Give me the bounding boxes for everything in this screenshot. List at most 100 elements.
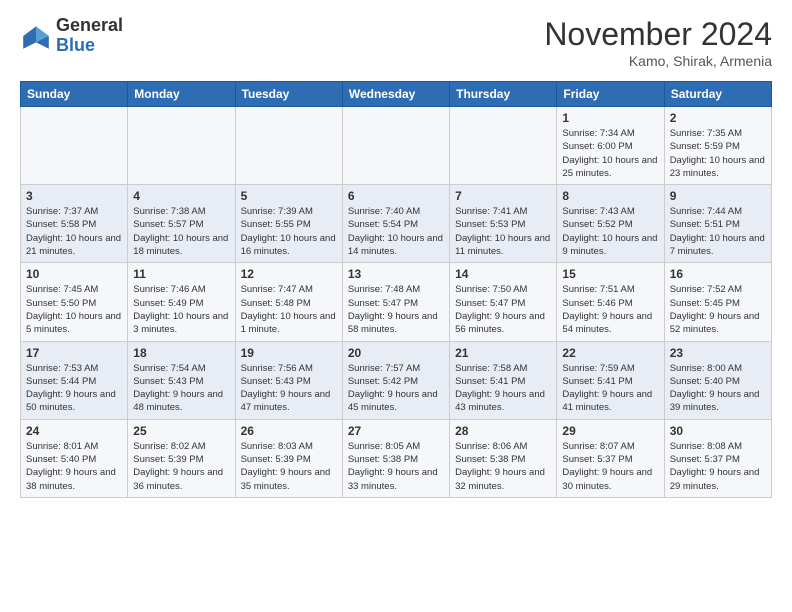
month-title: November 2024	[544, 16, 772, 53]
day-info: Sunrise: 7:48 AM Sunset: 5:47 PM Dayligh…	[348, 283, 444, 336]
logo-icon	[20, 20, 52, 52]
calendar-cell: 20Sunrise: 7:57 AM Sunset: 5:42 PM Dayli…	[342, 341, 449, 419]
logo-blue-text: Blue	[56, 35, 95, 55]
calendar-cell	[450, 107, 557, 185]
week-row-3: 10 Sunrise: 7:45 AM Sunset: 5:50 PM Dayli…	[21, 263, 772, 341]
header-row: SundayMondayTuesdayWednesdayThursdayFrid…	[21, 82, 772, 107]
day-info: Sunrise: 8:02 AM Sunset: 5:39 PM Dayligh…	[133, 440, 229, 493]
calendar-cell: 22 Sunrise: 7:59 AM Sunset: 5:41 PM Dayli…	[557, 341, 664, 419]
calendar-cell: 18Sunrise: 7:54 AM Sunset: 5:43 PM Dayli…	[128, 341, 235, 419]
day-info: Sunrise: 7:51 AM Sunset: 5:46 PM Dayligh…	[562, 283, 658, 336]
title-block: November 2024 Kamo, Shirak, Armenia	[544, 16, 772, 69]
day-info: Sunrise: 7:41 AM Sunset: 5:53 PM Dayligh…	[455, 205, 551, 258]
day-number: 16	[670, 267, 766, 281]
logo-text: General Blue	[56, 16, 123, 56]
day-info: Sunrise: 8:01 AM Sunset: 5:40 PM Dayligh…	[26, 440, 122, 493]
day-header-wednesday: Wednesday	[342, 82, 449, 107]
day-number: 26	[241, 424, 337, 438]
day-number: 25	[133, 424, 229, 438]
calendar-cell: 13 Sunrise: 7:48 AM Sunset: 5:47 PM Dayli…	[342, 263, 449, 341]
week-row-5: 24 Sunrise: 8:01 AM Sunset: 5:40 PM Dayli…	[21, 419, 772, 497]
calendar-cell: 21Sunrise: 7:58 AM Sunset: 5:41 PM Dayli…	[450, 341, 557, 419]
day-info: Sunrise: 7:45 AM Sunset: 5:50 PM Dayligh…	[26, 283, 122, 336]
day-info: Sunrise: 7:53 AM Sunset: 5:44 PM Dayligh…	[26, 362, 122, 415]
calendar-cell: 26 Sunrise: 8:03 AM Sunset: 5:39 PM Dayli…	[235, 419, 342, 497]
day-header-friday: Friday	[557, 82, 664, 107]
day-number: 24	[26, 424, 122, 438]
day-number: 14	[455, 267, 551, 281]
day-info: Sunrise: 8:03 AM Sunset: 5:39 PM Dayligh…	[241, 440, 337, 493]
day-number: 7	[455, 189, 551, 203]
calendar-cell: 27 Sunrise: 8:05 AM Sunset: 5:38 PM Dayli…	[342, 419, 449, 497]
day-header-thursday: Thursday	[450, 82, 557, 107]
day-number: 17	[26, 346, 122, 360]
calendar-cell: 12 Sunrise: 7:47 AM Sunset: 5:48 PM Dayli…	[235, 263, 342, 341]
day-number: 3	[26, 189, 122, 203]
day-info: Sunrise: 7:40 AM Sunset: 5:54 PM Dayligh…	[348, 205, 444, 258]
calendar-cell	[128, 107, 235, 185]
calendar-cell: 25 Sunrise: 8:02 AM Sunset: 5:39 PM Dayli…	[128, 419, 235, 497]
calendar-cell	[21, 107, 128, 185]
day-number: 13	[348, 267, 444, 281]
day-info: Sunrise: 7:43 AM Sunset: 5:52 PM Dayligh…	[562, 205, 658, 258]
day-info: Sunrise: 7:39 AM Sunset: 5:55 PM Dayligh…	[241, 205, 337, 258]
day-number: 1	[562, 111, 658, 125]
page: General Blue November 2024 Kamo, Shirak,…	[0, 0, 792, 508]
calendar-cell: 7 Sunrise: 7:41 AM Sunset: 5:53 PM Daylig…	[450, 185, 557, 263]
calendar-cell	[235, 107, 342, 185]
calendar-cell: 9 Sunrise: 7:44 AM Sunset: 5:51 PM Daylig…	[664, 185, 771, 263]
day-number: 10	[26, 267, 122, 281]
week-row-1: 1 Sunrise: 7:34 AM Sunset: 6:00 PM Daylig…	[21, 107, 772, 185]
day-info: Sunrise: 8:05 AM Sunset: 5:38 PM Dayligh…	[348, 440, 444, 493]
calendar-cell: 23Sunrise: 8:00 AM Sunset: 5:40 PM Dayli…	[664, 341, 771, 419]
day-info: Sunrise: 7:47 AM Sunset: 5:48 PM Dayligh…	[241, 283, 337, 336]
calendar-cell: 11 Sunrise: 7:46 AM Sunset: 5:49 PM Dayli…	[128, 263, 235, 341]
day-header-tuesday: Tuesday	[235, 82, 342, 107]
day-number: 6	[348, 189, 444, 203]
day-info: Sunrise: 8:08 AM Sunset: 5:37 PM Dayligh…	[670, 440, 766, 493]
day-info: Sunrise: 8:07 AM Sunset: 5:37 PM Dayligh…	[562, 440, 658, 493]
day-number: 9	[670, 189, 766, 203]
calendar-cell: 6 Sunrise: 7:40 AM Sunset: 5:54 PM Daylig…	[342, 185, 449, 263]
location: Kamo, Shirak, Armenia	[544, 53, 772, 69]
calendar-cell: 10 Sunrise: 7:45 AM Sunset: 5:50 PM Dayli…	[21, 263, 128, 341]
calendar-cell: 19Sunrise: 7:56 AM Sunset: 5:43 PM Dayli…	[235, 341, 342, 419]
week-row-4: 17 Sunrise: 7:53 AM Sunset: 5:44 PM Dayli…	[21, 341, 772, 419]
calendar-cell: 30 Sunrise: 8:08 AM Sunset: 5:37 PM Dayli…	[664, 419, 771, 497]
logo: General Blue	[20, 16, 123, 56]
calendar-cell: 3 Sunrise: 7:37 AM Sunset: 5:58 PM Daylig…	[21, 185, 128, 263]
day-number: 4	[133, 189, 229, 203]
day-number: 28	[455, 424, 551, 438]
day-number: 12	[241, 267, 337, 281]
calendar-cell: 1 Sunrise: 7:34 AM Sunset: 6:00 PM Daylig…	[557, 107, 664, 185]
day-info: Sunrise: 7:50 AM Sunset: 5:47 PM Dayligh…	[455, 283, 551, 336]
calendar-cell: 17 Sunrise: 7:53 AM Sunset: 5:44 PM Dayli…	[21, 341, 128, 419]
day-info: Sunrise: 7:46 AM Sunset: 5:49 PM Dayligh…	[133, 283, 229, 336]
day-number: 15	[562, 267, 658, 281]
day-number: 5	[241, 189, 337, 203]
day-number: 27	[348, 424, 444, 438]
calendar-cell: 2Sunrise: 7:35 AM Sunset: 5:59 PM Daylig…	[664, 107, 771, 185]
day-info: Sunrise: 7:37 AM Sunset: 5:58 PM Dayligh…	[26, 205, 122, 258]
calendar: SundayMondayTuesdayWednesdayThursdayFrid…	[20, 81, 772, 498]
day-info: Sunrise: 7:58 AM Sunset: 5:41 PM Dayligh…	[455, 362, 551, 415]
day-info: Sunrise: 7:34 AM Sunset: 6:00 PM Dayligh…	[562, 127, 658, 180]
calendar-cell: 8Sunrise: 7:43 AM Sunset: 5:52 PM Daylig…	[557, 185, 664, 263]
day-number: 29	[562, 424, 658, 438]
calendar-cell: 29 Sunrise: 8:07 AM Sunset: 5:37 PM Dayli…	[557, 419, 664, 497]
day-number: 22	[562, 346, 658, 360]
day-number: 30	[670, 424, 766, 438]
header: General Blue November 2024 Kamo, Shirak,…	[20, 16, 772, 69]
day-info: Sunrise: 7:35 AM Sunset: 5:59 PM Dayligh…	[670, 127, 766, 180]
day-number: 19	[241, 346, 337, 360]
day-info: Sunrise: 7:38 AM Sunset: 5:57 PM Dayligh…	[133, 205, 229, 258]
day-info: Sunrise: 7:44 AM Sunset: 5:51 PM Dayligh…	[670, 205, 766, 258]
day-number: 11	[133, 267, 229, 281]
calendar-cell: 5 Sunrise: 7:39 AM Sunset: 5:55 PM Daylig…	[235, 185, 342, 263]
day-header-saturday: Saturday	[664, 82, 771, 107]
day-header-sunday: Sunday	[21, 82, 128, 107]
day-info: Sunrise: 8:06 AM Sunset: 5:38 PM Dayligh…	[455, 440, 551, 493]
calendar-cell	[342, 107, 449, 185]
day-number: 20	[348, 346, 444, 360]
day-info: Sunrise: 7:59 AM Sunset: 5:41 PM Dayligh…	[562, 362, 658, 415]
